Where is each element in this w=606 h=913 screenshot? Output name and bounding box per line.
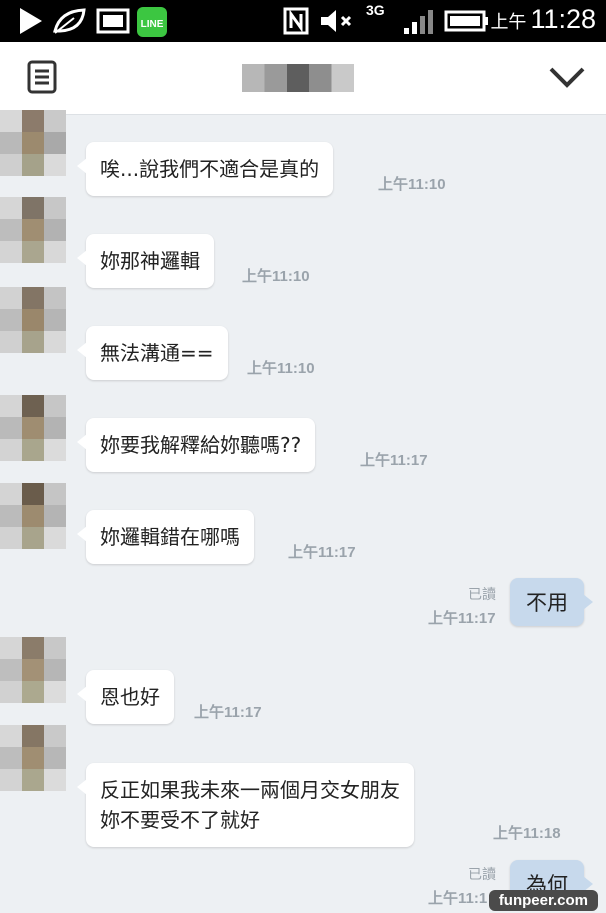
- message-bubble[interactable]: 唉...說我們不適合是真的: [76, 142, 334, 196]
- message-time: 上午11:10: [242, 268, 310, 285]
- read-receipt: 已讀: [468, 867, 496, 883]
- signal-icon: [404, 10, 433, 34]
- network-label: 3G: [366, 2, 385, 18]
- message-bubble[interactable]: 無法溝通==: [77, 326, 228, 380]
- contact-name-blurred: [242, 64, 354, 92]
- status-bar: LINE 3G 上午 11:28: [0, 0, 606, 42]
- clock-prefix: 上午: [490, 12, 527, 32]
- message-time: 上午11:17: [194, 704, 262, 721]
- clock: 上午 11:28: [490, 4, 596, 35]
- avatar[interactable]: [0, 110, 74, 182]
- play-icon: [20, 8, 42, 34]
- battery-icon: [444, 10, 488, 32]
- message-bubble[interactable]: 妳那神邏輯: [77, 234, 214, 288]
- image-icon: [96, 8, 130, 34]
- mute-icon: [321, 10, 352, 32]
- message-time: 上午11:1: [428, 890, 488, 907]
- message-time: 上午11:10: [247, 360, 315, 377]
- message-bubble[interactable]: 妳要我解釋給妳聽嗎??: [76, 418, 316, 472]
- chevron-down-icon[interactable]: [548, 64, 586, 90]
- watermark: funpeer.com: [488, 890, 598, 911]
- avatar[interactable]: [0, 483, 74, 555]
- message-bubble[interactable]: 反正如果我未來一兩個月交女朋友 妳不要受不了就好: [77, 763, 414, 847]
- nfc-icon: [283, 7, 309, 35]
- clock-time: 11:28: [530, 4, 596, 34]
- avatar[interactable]: [0, 395, 74, 467]
- message-time: 上午11:17: [360, 452, 428, 469]
- message-bubble-sent[interactable]: 不用: [510, 578, 593, 626]
- chat-header: [0, 42, 606, 115]
- line-icon: LINE: [137, 7, 167, 37]
- avatar[interactable]: [0, 197, 74, 269]
- message-time: 上午11:17: [288, 544, 356, 561]
- read-receipt: 已讀: [468, 587, 496, 603]
- message-bubble[interactable]: 恩也好: [77, 670, 174, 724]
- avatar[interactable]: [0, 725, 74, 797]
- message-time: 上午11:17: [428, 610, 496, 627]
- message-time: 上午11:10: [378, 176, 446, 193]
- message-bubble[interactable]: 妳邏輯錯在哪嗎: [77, 510, 254, 564]
- avatar[interactable]: [0, 637, 74, 709]
- chat-area[interactable]: 唉...說我們不適合是真的 上午11:10 妳那神邏輯 上午11:10 無法溝通…: [0, 110, 606, 913]
- avatar[interactable]: [0, 287, 74, 359]
- leaf-icon: [53, 8, 86, 34]
- notes-icon[interactable]: [27, 60, 57, 94]
- svg-text:LINE: LINE: [141, 19, 164, 30]
- message-time: 上午11:18: [493, 825, 561, 842]
